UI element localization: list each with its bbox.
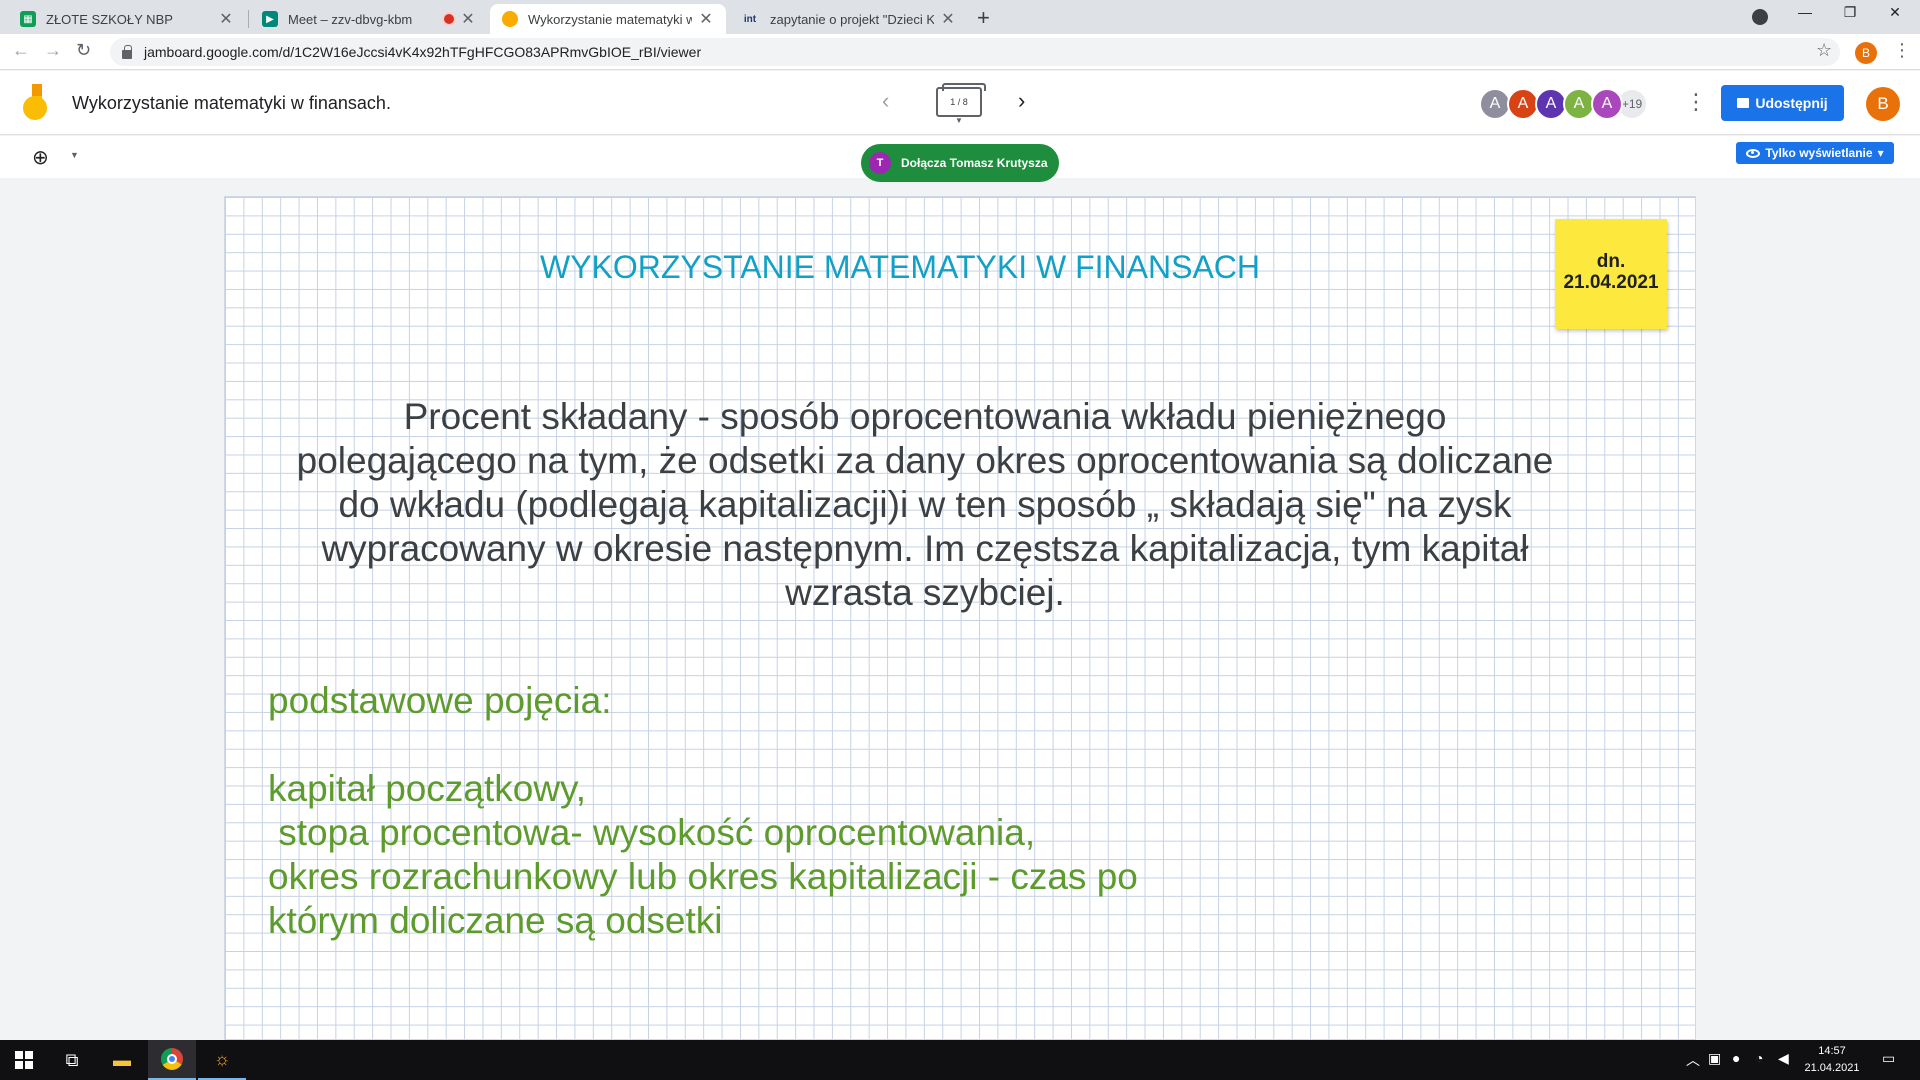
concept-line: okres rozrachunkowy lub okres kapitaliza… bbox=[268, 856, 1138, 897]
windows-logo-icon bbox=[15, 1051, 33, 1069]
meet-present-icon[interactable]: ▣ bbox=[1708, 1050, 1721, 1067]
restore-icon[interactable]: ❐ bbox=[1830, 4, 1870, 21]
caret-down-icon: ▾ bbox=[1877, 146, 1884, 160]
chevron-down-icon[interactable]: ▼ bbox=[955, 116, 963, 125]
url-text: jamboard.google.com/d/1C2W16eJccsi4vK4x9… bbox=[144, 44, 702, 60]
jamboard-logo-icon bbox=[23, 84, 47, 120]
tab-title: zapytanie o projekt "Dzieci Kapit bbox=[770, 11, 934, 27]
browser-menu-icon[interactable]: ⋮ bbox=[1893, 40, 1911, 61]
profile-avatar[interactable]: B bbox=[1855, 42, 1877, 64]
minimize-icon[interactable]: — bbox=[1785, 4, 1825, 20]
int-icon: int bbox=[743, 13, 757, 25]
join-notification-text: Dołącza Tomasz Krutysza bbox=[901, 156, 1048, 170]
browser-tab[interactable]: ▶ Meet – zzv-dbvg-kbm ✕ bbox=[250, 4, 488, 34]
browser-tab[interactable]: int zapytanie o projekt "Dzieci Kapit ✕ bbox=[728, 4, 968, 34]
close-tab-icon[interactable]: ✕ bbox=[460, 9, 476, 29]
chrome-icon bbox=[161, 1048, 183, 1070]
definition-text: Procent składany - sposób oprocentowania… bbox=[296, 396, 1554, 613]
share-button[interactable]: Udostępnij bbox=[1721, 85, 1844, 121]
start-button[interactable] bbox=[0, 1040, 48, 1080]
notifications-icon[interactable]: ▭ bbox=[1882, 1050, 1895, 1067]
jam-frame: WYKORZYSTANIE MATEMATYKI W FINANSACH dn.… bbox=[224, 196, 1696, 1040]
view-only-label: Tylko wyświetlanie bbox=[1765, 146, 1873, 160]
microphone-icon[interactable]: ● bbox=[1732, 1050, 1740, 1066]
canvas-area: WYKORZYSTANIE MATEMATYKI W FINANSACH dn.… bbox=[0, 178, 1920, 1040]
browser-tab-strip: ▦ ZŁOTE SZKOŁY NBP ✕ ▶ Meet – zzv-dbvg-k… bbox=[0, 0, 1920, 34]
concept-line: kapitał początkowy, bbox=[268, 768, 587, 809]
back-icon[interactable]: ← bbox=[12, 40, 30, 61]
clock-time: 14:57 bbox=[1818, 1045, 1846, 1057]
app-taskbar-icon[interactable]: ☼ bbox=[198, 1040, 246, 1080]
volume-icon[interactable]: ◀ bbox=[1778, 1050, 1789, 1067]
bookmark-star-icon[interactable]: ☆ bbox=[1816, 40, 1832, 61]
tab-search-icon[interactable] bbox=[1752, 9, 1768, 25]
share-label: Udostępnij bbox=[1755, 95, 1828, 111]
concepts-heading: podstawowe pojęcia: bbox=[268, 680, 612, 721]
jamboard-icon bbox=[502, 11, 518, 27]
next-frame-icon[interactable]: › bbox=[1018, 88, 1025, 114]
view-only-dropdown[interactable]: Tylko wyświetlanie ▾ bbox=[1736, 142, 1894, 164]
zoom-icon[interactable]: ⊕ bbox=[32, 145, 49, 170]
tab-separator bbox=[248, 10, 249, 28]
tab-title: Wykorzystanie matematyki w fin bbox=[528, 11, 692, 27]
user-avatar[interactable]: B bbox=[1866, 87, 1900, 121]
previous-frame-icon[interactable]: ‹ bbox=[882, 88, 889, 114]
concepts-list: kapitał początkowy, stopa procentowa- wy… bbox=[268, 767, 1138, 943]
more-options-icon[interactable]: ⋮ bbox=[1685, 89, 1707, 115]
reload-icon[interactable]: ↻ bbox=[76, 40, 91, 61]
jamboard-header: Wykorzystanie matematyki w finansach. ‹ … bbox=[0, 71, 1920, 135]
browser-tab[interactable]: ▦ ZŁOTE SZKOŁY NBP ✕ bbox=[8, 4, 246, 34]
collaborator-avatar[interactable]: A bbox=[1591, 88, 1623, 120]
tab-title: ZŁOTE SZKOŁY NBP bbox=[46, 11, 173, 27]
show-hidden-icons-icon[interactable]: ︿ bbox=[1686, 1050, 1700, 1070]
close-tab-icon[interactable]: ✕ bbox=[698, 9, 714, 29]
close-tab-icon[interactable]: ✕ bbox=[218, 9, 234, 29]
view-toolbar: ⊕ ▼ T Dołącza Tomasz Krutysza Tylko wyśw… bbox=[0, 136, 1920, 182]
close-window-icon[interactable]: ✕ bbox=[1875, 4, 1915, 21]
address-bar[interactable]: jamboard.google.com/d/1C2W16eJccsi4vK4x9… bbox=[110, 38, 1840, 66]
concept-line: stopa procentowa- wysokość oprocentowani… bbox=[268, 812, 1036, 853]
task-view-icon[interactable]: ⧉ bbox=[48, 1040, 96, 1080]
forward-icon[interactable]: → bbox=[44, 40, 62, 61]
avatar: T bbox=[869, 152, 891, 174]
concept-line: którym doliczane są odsetki bbox=[268, 900, 723, 941]
chrome-taskbar-button[interactable] bbox=[148, 1040, 196, 1080]
frame-title: WYKORZYSTANIE MATEMATYKI W FINANSACH bbox=[539, 249, 1261, 285]
zoom-dropdown-icon[interactable]: ▼ bbox=[70, 150, 79, 160]
meet-icon: ▶ bbox=[262, 11, 278, 27]
document-title[interactable]: Wykorzystanie matematyki w finansach. bbox=[72, 93, 391, 114]
windows-taskbar: ⧉ ▬ ☼ ︿ ▣ ● ◔ ◀ 14:57 21.04.2021 ▭ bbox=[0, 1040, 1920, 1080]
sheets-icon: ▦ bbox=[20, 11, 36, 27]
eye-icon bbox=[1746, 148, 1761, 158]
building-icon bbox=[1737, 98, 1750, 108]
clock-date: 21.04.2021 bbox=[1804, 1062, 1860, 1074]
sticky-note[interactable]: dn. 21.04.2021 bbox=[1555, 219, 1667, 329]
join-notification: T Dołącza Tomasz Krutysza bbox=[861, 144, 1059, 182]
sticky-note-line: dn. bbox=[1596, 251, 1626, 272]
network-icon[interactable]: ◔ bbox=[1755, 1050, 1763, 1066]
tab-title: Meet – zzv-dbvg-kbm bbox=[288, 11, 413, 27]
browser-toolbar: ← → ↻ jamboard.google.com/d/1C2W16eJccsi… bbox=[0, 34, 1920, 70]
frame-counter: 1 / 8 bbox=[950, 97, 968, 107]
frame-bar-button[interactable]: 1 / 8 bbox=[936, 83, 986, 117]
sticky-note-line: 21.04.2021 bbox=[1563, 272, 1659, 293]
recording-icon bbox=[444, 14, 454, 24]
close-tab-icon[interactable]: ✕ bbox=[940, 9, 956, 29]
file-explorer-icon[interactable]: ▬ bbox=[98, 1040, 146, 1080]
browser-tab-active[interactable]: Wykorzystanie matematyki w fin ✕ bbox=[490, 4, 726, 34]
new-tab-button[interactable]: + bbox=[977, 5, 990, 31]
lock-icon bbox=[122, 44, 132, 59]
system-clock[interactable]: 14:57 21.04.2021 bbox=[1792, 1043, 1872, 1077]
